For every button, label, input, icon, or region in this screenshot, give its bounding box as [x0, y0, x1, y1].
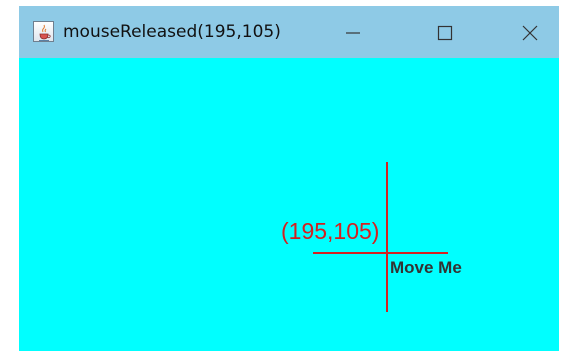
app-window: mouseReleased(195,105) (195,105) Move Me	[19, 6, 559, 351]
minimize-button[interactable]	[324, 6, 382, 58]
mouse-coordinate-label: (195,105)	[281, 218, 380, 244]
window-title: mouseReleased(195,105)	[63, 22, 281, 42]
crosshair-vertical-line	[386, 162, 388, 312]
close-icon	[522, 25, 538, 41]
java-cup-icon[interactable]	[33, 21, 54, 42]
minimize-icon	[346, 32, 360, 34]
drawing-canvas[interactable]: (195,105) Move Me	[19, 58, 559, 351]
maximize-button[interactable]	[416, 6, 474, 58]
crosshair-horizontal-line	[313, 252, 448, 254]
title-bar[interactable]: mouseReleased(195,105)	[19, 6, 559, 58]
move-me-draggable-text[interactable]: Move Me	[390, 257, 462, 279]
maximize-icon	[437, 25, 453, 41]
close-button[interactable]	[501, 6, 559, 58]
